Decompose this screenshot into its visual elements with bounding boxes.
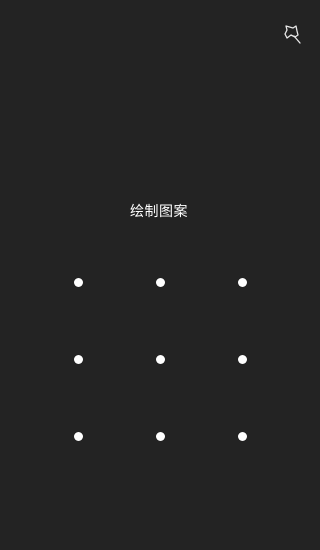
dot-icon (73, 355, 83, 364)
draw-pattern-title: 绘制图案 (130, 204, 188, 220)
pattern-lock-screen: 绘制图案 (0, 0, 318, 550)
pattern-dot-5[interactable] (119, 321, 201, 398)
pattern-dot-9[interactable] (201, 398, 283, 475)
pattern-dot-6[interactable] (201, 321, 283, 398)
dot-icon (155, 278, 165, 287)
dot-icon (237, 278, 247, 287)
dot-icon (73, 278, 83, 287)
pattern-dot-7[interactable] (37, 398, 119, 475)
pattern-dot-1[interactable] (37, 244, 119, 321)
dot-icon (237, 432, 247, 441)
pin-icon[interactable] (280, 22, 304, 46)
pattern-dot-4[interactable] (37, 321, 119, 398)
pattern-dot-8[interactable] (119, 398, 201, 475)
pattern-grid[interactable] (37, 244, 283, 476)
dot-icon (73, 432, 83, 441)
pattern-dot-2[interactable] (119, 244, 201, 321)
dot-icon (155, 355, 165, 364)
pattern-dot-3[interactable] (201, 244, 283, 321)
dot-icon (155, 432, 165, 441)
dot-icon (237, 355, 247, 364)
